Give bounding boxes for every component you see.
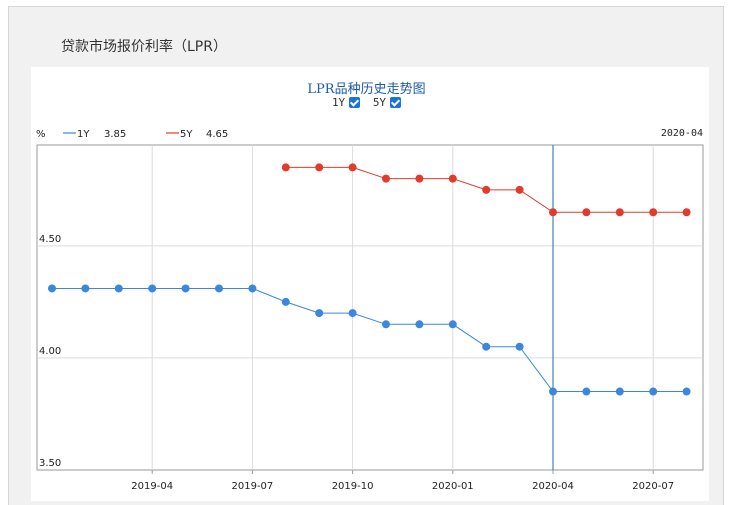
data-point-5y [682, 208, 691, 217]
data-point-1y [582, 387, 591, 396]
data-point-5y [382, 174, 390, 183]
y-tick-label: 4.50 [39, 234, 61, 245]
data-point-5y [615, 208, 624, 217]
data-point-5y [582, 208, 591, 217]
x-tick-label: 2020-04 [532, 481, 574, 492]
data-point-5y [482, 185, 491, 194]
y-tick-label: 4.00 [39, 346, 61, 357]
legend-5y-name: 5Y [180, 129, 193, 140]
data-point-5y [448, 174, 457, 183]
legend-1y-name: 1Y [77, 129, 90, 140]
data-point-5y [281, 163, 290, 172]
data-point-1y [649, 387, 658, 396]
cursor-date-readout: 2020-04 [661, 128, 703, 139]
data-point-1y [615, 387, 624, 396]
data-point-5y [549, 208, 557, 217]
data-point-1y [482, 342, 491, 351]
data-point-1y [181, 284, 190, 293]
y-tick-label: 3.50 [39, 458, 61, 469]
data-point-1y [682, 387, 691, 396]
data-point-1y [549, 387, 557, 396]
x-tick-label: 2019-04 [131, 481, 173, 492]
data-point-5y [315, 163, 324, 172]
data-point-1y [448, 320, 457, 329]
series-layer [48, 163, 691, 396]
data-point-1y [215, 284, 223, 293]
data-point-1y [348, 309, 357, 318]
lpr-line-chart[interactable]: 3.50 4.00 4.50 2019-04 2019-07 2019-10 2020-01… [0, 0, 733, 505]
data-point-1y [415, 320, 424, 329]
data-point-1y [148, 284, 157, 293]
data-point-1y [248, 284, 257, 293]
data-point-1y [315, 309, 324, 318]
plot-frame [36, 144, 704, 471]
data-point-1y [81, 284, 90, 293]
data-point-1y [48, 284, 56, 293]
data-point-5y [348, 163, 357, 172]
x-tick-label: 2020-01 [432, 481, 474, 492]
data-point-5y [649, 208, 658, 217]
unit-label: % [36, 129, 46, 140]
grid-layer [36, 144, 704, 471]
legend-5y-value: 4.65 [206, 129, 228, 140]
data-point-1y [114, 284, 123, 293]
data-point-1y [382, 320, 390, 329]
x-tick-label: 2020-07 [632, 481, 674, 492]
data-point-1y [515, 342, 524, 351]
data-point-5y [415, 174, 424, 183]
x-tick-label: 2019-07 [232, 481, 274, 492]
data-point-5y [515, 185, 524, 194]
x-tick-label: 2019-10 [332, 481, 374, 492]
axis-layer: 3.50 4.00 4.50 2019-04 2019-07 2019-10 2020-01… [39, 234, 674, 492]
series-line-1y [52, 287, 687, 393]
legend-1y-value: 3.85 [104, 129, 126, 140]
data-point-1y [281, 297, 290, 306]
